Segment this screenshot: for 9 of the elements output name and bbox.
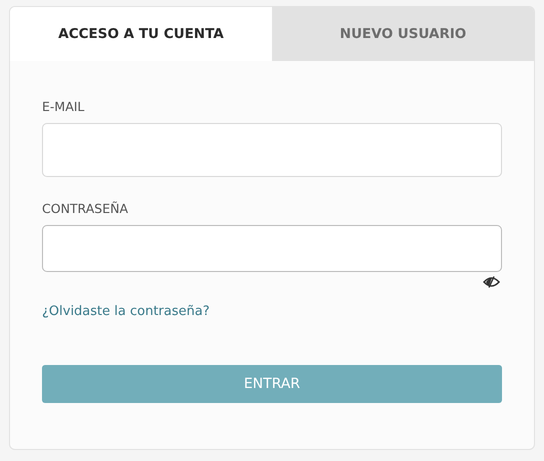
submit-button[interactable]: ENTRAR xyxy=(42,365,502,403)
input-field[interactable] xyxy=(42,225,502,272)
field-label: CONTRASEÑA xyxy=(42,201,130,216)
eye-slash-icon[interactable] xyxy=(483,276,500,288)
field-label: E-MAIL xyxy=(42,99,86,114)
tab[interactable]: NUEVO USUARIO xyxy=(272,7,534,61)
input-field[interactable] xyxy=(42,123,502,177)
tab[interactable]: ACCESO A TU CUENTA xyxy=(10,7,272,61)
forgot-password-link[interactable]: ¿Olvidaste la contraseña? xyxy=(42,304,210,319)
